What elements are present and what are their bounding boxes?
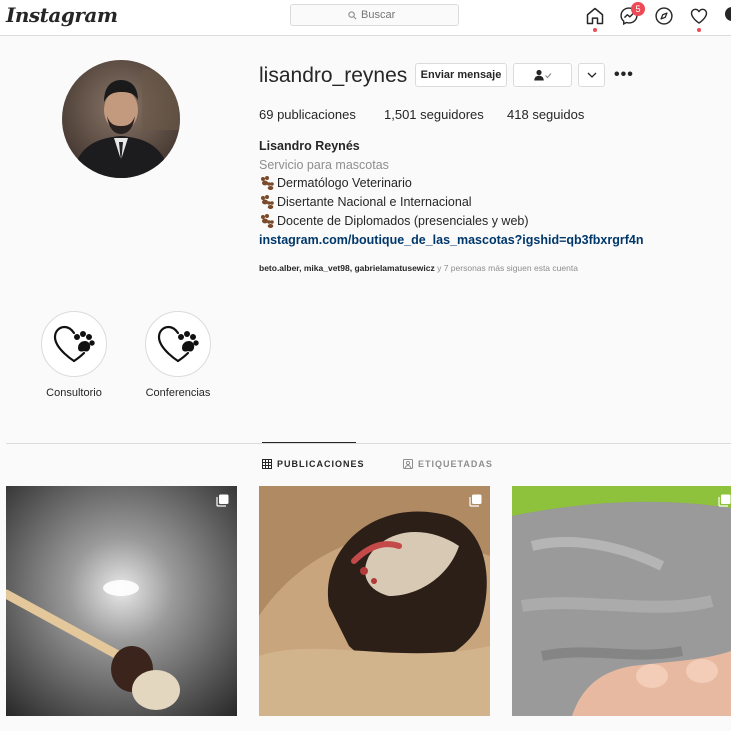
highlight-consultorio[interactable]: Consultorio <box>41 311 107 399</box>
following-count: 418 <box>507 107 529 122</box>
followed-by-rest: y 7 personas más siguen esta cuenta <box>434 263 578 273</box>
top-navigation-bar: Instagram 5 <box>0 0 731 36</box>
explore-icon[interactable] <box>653 5 675 27</box>
user-check-icon <box>533 69 551 81</box>
profile-avatar[interactable] <box>725 7 731 21</box>
heart-paw-icon <box>53 325 95 363</box>
followed-by-text[interactable]: beto.alber, mika_vet98, gabrielamatusewi… <box>259 263 578 273</box>
suggested-accounts-button[interactable] <box>578 63 605 87</box>
heart-paw-icon <box>157 325 199 363</box>
highlight-label: Conferencias <box>145 387 211 399</box>
activity-heart-icon[interactable] <box>688 5 710 27</box>
tab-label: ETIQUETADAS <box>418 459 493 469</box>
following-toggle-button[interactable] <box>513 63 572 87</box>
bio-text: Dermatólogo Veterinario <box>277 176 412 190</box>
search-box[interactable] <box>290 4 459 26</box>
posts-count: 69 <box>259 107 274 122</box>
bio-text: Docente de Diplomados (presenciales y we… <box>277 214 529 228</box>
post-thumbnail[interactable] <box>6 486 237 716</box>
tagged-icon <box>403 459 413 469</box>
paw-prints-icon <box>261 214 274 228</box>
paw-prints-icon <box>261 176 274 190</box>
posts-stat[interactable]: 69 publicaciones <box>259 107 384 122</box>
home-icon[interactable] <box>584 5 606 27</box>
post-thumbnail[interactable] <box>259 486 490 716</box>
notification-badge: 5 <box>631 2 645 16</box>
profile-username: lisandro_reynes <box>259 64 408 87</box>
followers-count: 1,501 <box>384 107 417 122</box>
profile-picture[interactable] <box>62 60 180 178</box>
send-message-button[interactable]: Enviar mensaje <box>415 63 507 87</box>
followers-stat[interactable]: 1,501 seguidores <box>384 107 507 122</box>
highlight-conferencias[interactable]: Conferencias <box>145 311 211 399</box>
tab-publicaciones[interactable]: PUBLICACIONES <box>262 459 365 469</box>
following-label: seguidos <box>528 107 585 122</box>
grid-icon <box>262 459 272 469</box>
chevron-down-icon <box>587 72 596 78</box>
bio-text: Disertante Nacional e Internacional <box>277 195 472 209</box>
search-icon <box>348 10 357 19</box>
tab-label: PUBLICACIONES <box>277 459 365 469</box>
bio-line: Dermatólogo Veterinario <box>259 176 412 190</box>
profile-full-name: Lisandro Reynés <box>259 139 360 153</box>
multiple-images-icon <box>718 494 731 507</box>
posts-label: publicaciones <box>273 107 356 122</box>
home-indicator-dot <box>593 28 597 32</box>
active-tab-indicator <box>262 442 356 443</box>
post-thumbnail[interactable] <box>512 486 731 716</box>
tabs-divider <box>6 443 731 444</box>
instagram-logo[interactable]: Instagram <box>6 3 118 27</box>
following-stat[interactable]: 418 seguidos <box>507 107 584 122</box>
followed-by-users: beto.alber, mika_vet98, gabrielamatusewi… <box>259 263 435 273</box>
paw-prints-icon <box>261 195 274 209</box>
more-options-icon[interactable]: ••• <box>614 66 634 84</box>
tab-etiquetadas[interactable]: ETIQUETADAS <box>403 459 493 469</box>
followers-label: seguidores <box>416 107 484 122</box>
profile-stats: 69 publicaciones 1,501 seguidores 418 se… <box>259 107 584 122</box>
multiple-images-icon <box>469 494 482 507</box>
highlight-label: Consultorio <box>46 387 102 399</box>
bio-line: Disertante Nacional e Internacional <box>259 195 472 209</box>
profile-external-link[interactable]: instagram.com/boutique_de_las_mascotas?i… <box>259 233 643 247</box>
highlight-cover <box>41 311 107 377</box>
bio-line: Docente de Diplomados (presenciales y we… <box>259 214 529 228</box>
highlight-cover <box>145 311 211 377</box>
search-input[interactable] <box>361 9 401 21</box>
activity-indicator-dot <box>697 28 701 32</box>
profile-category: Servicio para mascotas <box>259 158 389 172</box>
multiple-images-icon <box>216 494 229 507</box>
